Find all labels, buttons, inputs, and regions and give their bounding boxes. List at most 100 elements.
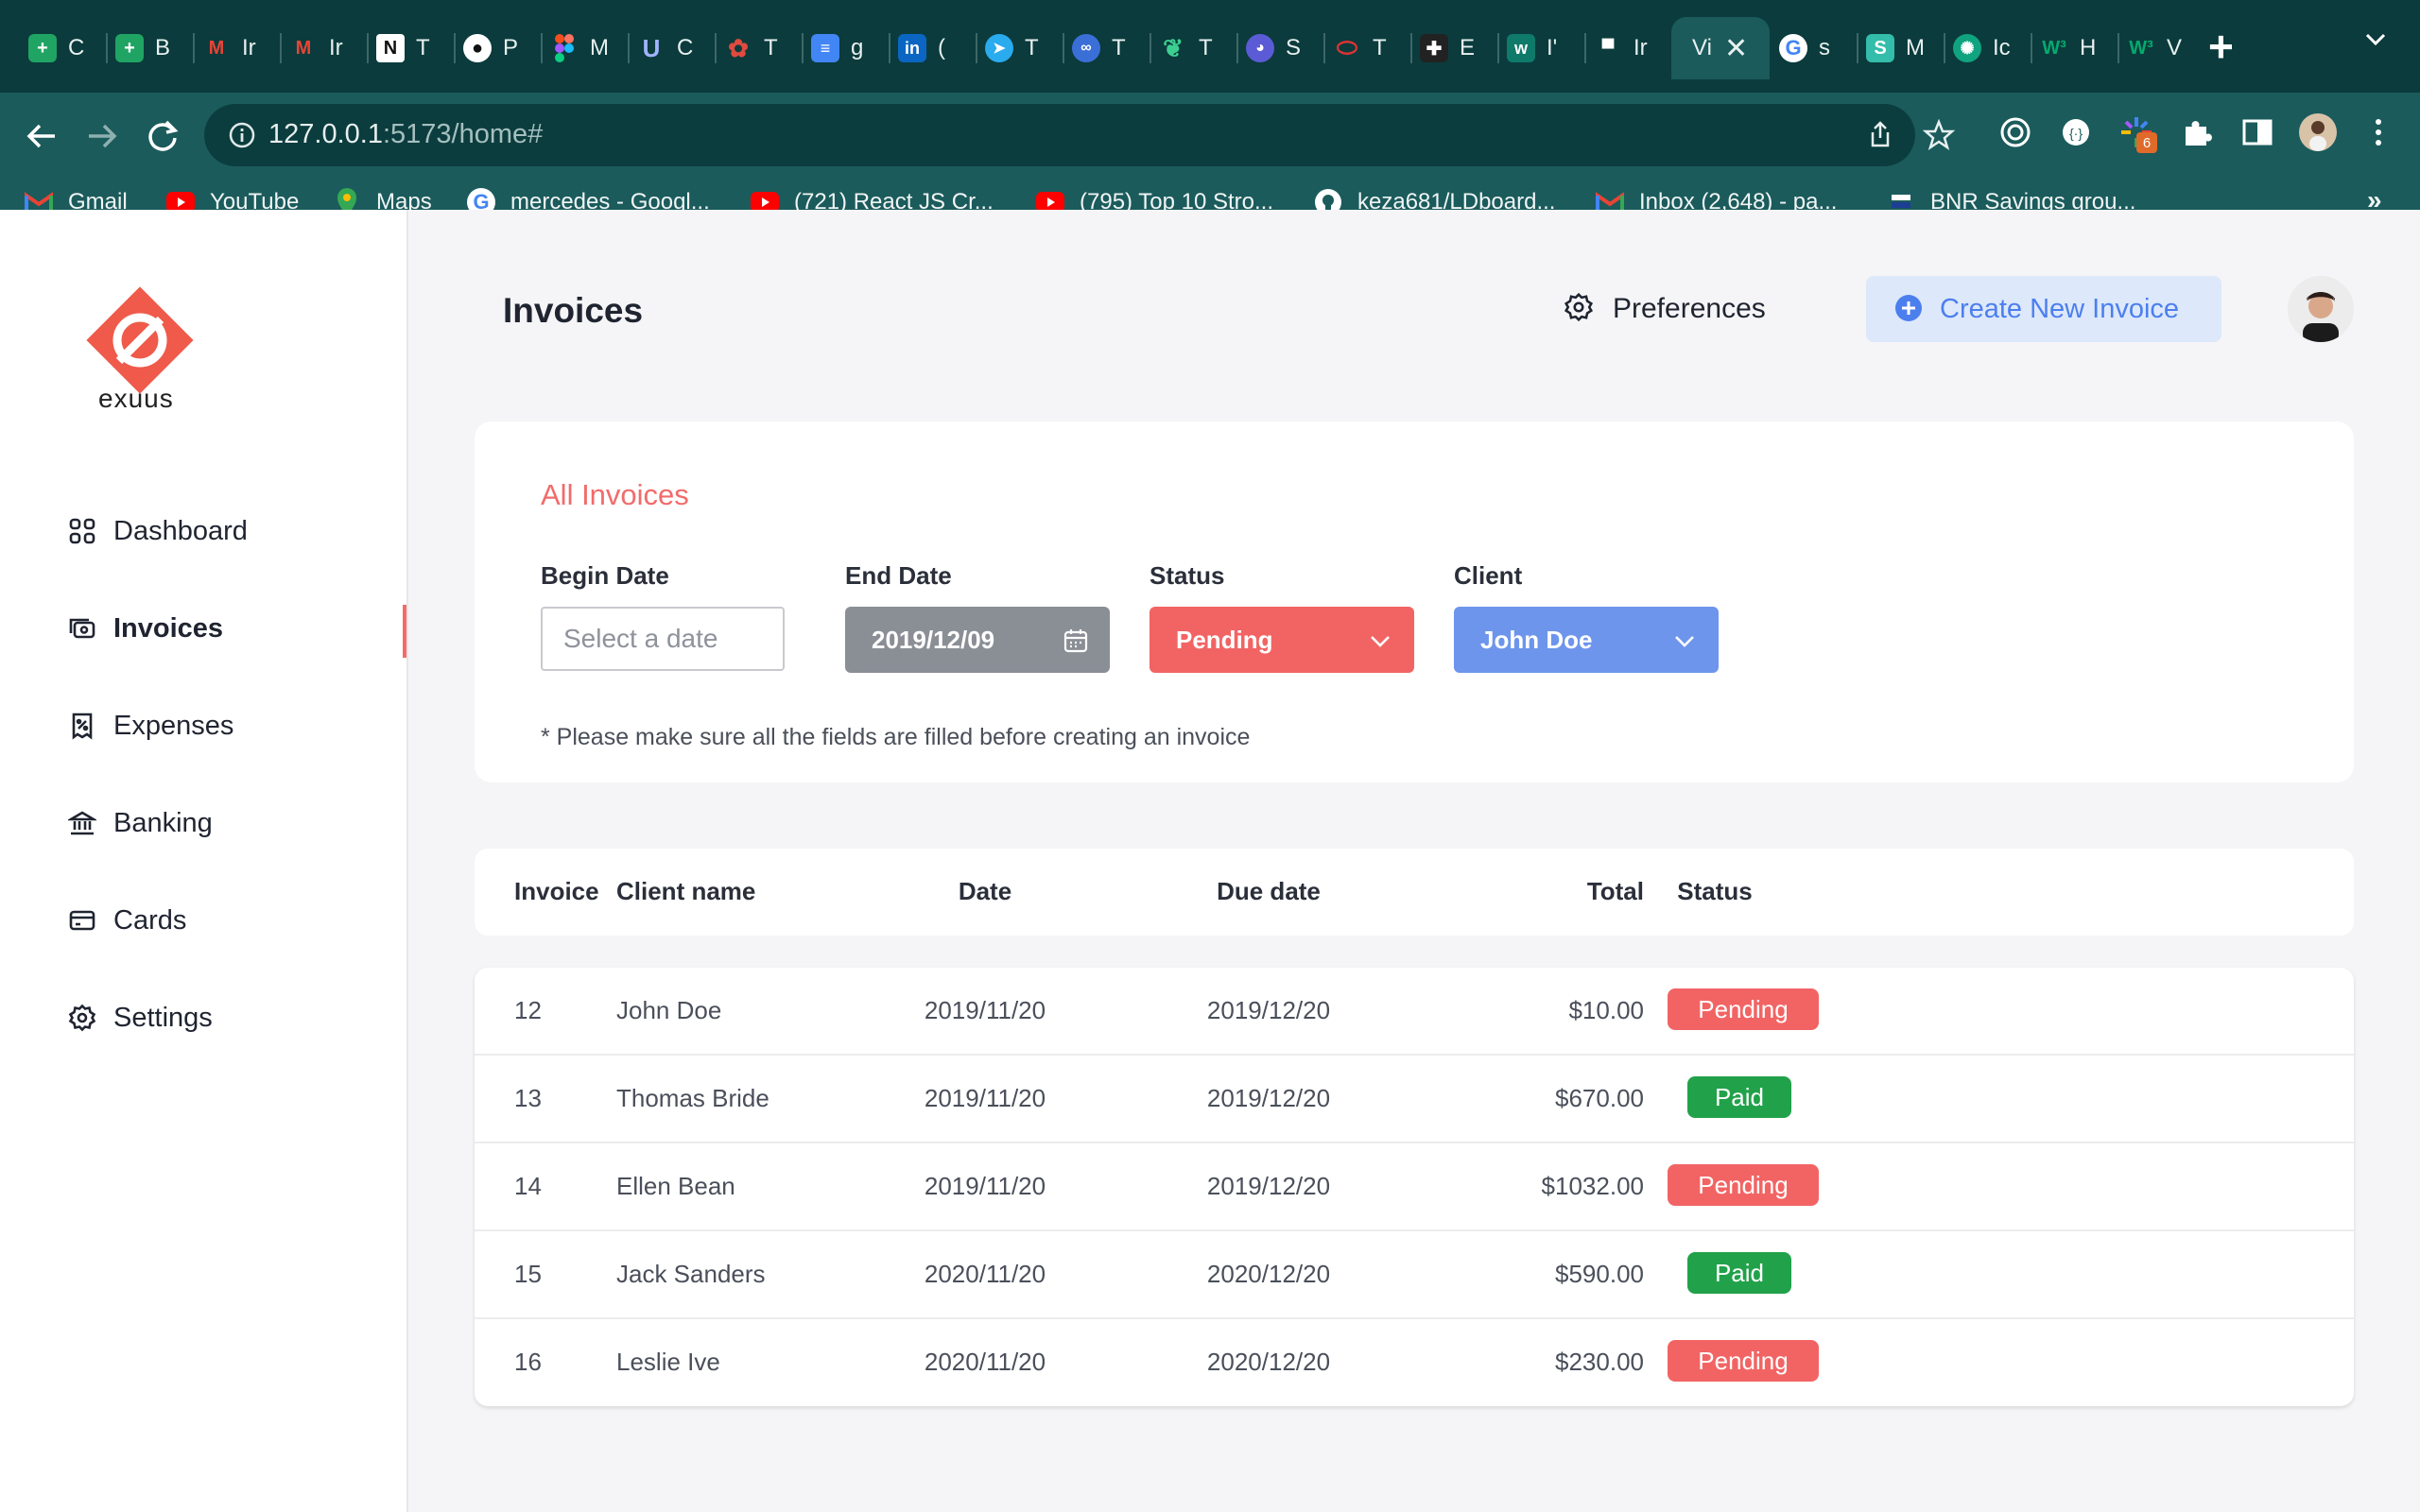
client-select[interactable]: John Doe [1454, 607, 1719, 673]
tab[interactable]: M Ir [280, 17, 367, 79]
new-tab-button[interactable]: + [2208, 23, 2234, 70]
column-header-client[interactable]: Client name [616, 877, 755, 906]
tab[interactable]: w I' [1497, 17, 1584, 79]
tab[interactable]: ✚ E [1410, 17, 1497, 79]
tab-title: T [1112, 35, 1126, 60]
puzzle-icon[interactable] [2178, 113, 2216, 151]
tab[interactable]: in ( [889, 17, 976, 79]
tab-title: S [1286, 35, 1302, 60]
cell-due-date: 2020/12/20 [1206, 1348, 1331, 1376]
tab[interactable]: ✺ Ic [1944, 17, 2031, 79]
cell-total: $10.00 [1568, 996, 1644, 1024]
status-badge: Pending [1668, 988, 1819, 1030]
cell-client: John Doe [616, 996, 722, 1024]
sidebar-item-invoices[interactable]: Invoices [66, 600, 223, 657]
tab-title: Ir [1634, 35, 1648, 60]
tab[interactable]: + B [106, 17, 193, 79]
tab[interactable]: ▀ Ir [1584, 17, 1671, 79]
reload-icon[interactable] [140, 113, 185, 159]
cell-due-date: 2019/12/20 [1206, 996, 1331, 1024]
table-row[interactable]: 16 Leslie Ive 2020/11/20 2020/12/20 $230… [475, 1319, 2354, 1406]
tab[interactable]: SM [1857, 17, 1944, 79]
sidebar-item-label: Dashboard [113, 515, 248, 546]
tab[interactable]: + C [19, 17, 106, 79]
address-bar[interactable]: 127.0.0.1:5173/home# [204, 104, 1955, 166]
table-row[interactable]: 13 Thomas Bride 2019/11/20 2019/12/20 $6… [475, 1056, 2354, 1143]
tab[interactable]: W³ V [2118, 17, 2204, 79]
google-icon: G [1779, 34, 1807, 62]
target-extension-icon[interactable] [1996, 113, 2034, 151]
forward-icon[interactable] [79, 113, 125, 159]
tab[interactable]: W³ H [2031, 17, 2118, 79]
tab[interactable]: ❦ T [1150, 17, 1236, 79]
begin-date-input[interactable] [541, 607, 785, 671]
receipt-icon [66, 710, 98, 742]
tab-title: V [2167, 35, 2183, 60]
tab-title: P [503, 35, 519, 60]
tab[interactable]: ≡ g [802, 17, 889, 79]
tab-active[interactable]: Vi ✕ [1671, 17, 1770, 79]
close-icon[interactable]: ✕ [1724, 32, 1748, 65]
share-icon[interactable] [1864, 119, 1896, 151]
back-icon[interactable] [19, 113, 64, 159]
tab[interactable]: ● P [454, 17, 541, 79]
create-invoice-button[interactable]: Create New Invoice [1866, 276, 2221, 342]
bookmark-star-icon[interactable] [1923, 119, 1955, 151]
sidebar-item-dashboard[interactable]: Dashboard [66, 503, 248, 559]
tab[interactable]: ◕ S [1236, 17, 1323, 79]
tab[interactable]: Gs [1770, 17, 1857, 79]
w-icon: w [1507, 34, 1535, 62]
tab[interactable]: UC [628, 17, 715, 79]
colorful-extension-icon[interactable]: 6 [2118, 113, 2157, 153]
extension-icon[interactable]: {·} [2057, 113, 2095, 151]
site-info-icon[interactable] [227, 120, 257, 150]
tab[interactable]: NT [367, 17, 454, 79]
profile-avatar[interactable] [2299, 113, 2337, 151]
tab[interactable]: M [541, 17, 628, 79]
sidebar-item-label: Banking [113, 807, 213, 838]
s-icon: S [1866, 34, 1894, 62]
column-header-invoice[interactable]: Invoice [514, 877, 599, 906]
calendar-icon[interactable] [1063, 627, 1089, 654]
plus-app-icon: ✚ [1420, 34, 1448, 62]
linkedin-icon: in [898, 34, 926, 62]
column-header-total[interactable]: Total [1549, 877, 1644, 906]
tab[interactable]: ⬭ T [1323, 17, 1410, 79]
column-header-date[interactable]: Date [928, 877, 1042, 906]
table-row[interactable]: 12 John Doe 2019/11/20 2019/12/20 $10.00… [475, 968, 2354, 1056]
status-badge: Pending [1668, 1164, 1819, 1206]
tab[interactable]: ✿ T [715, 17, 802, 79]
sidebar-item-banking[interactable]: Banking [66, 795, 213, 851]
chevron-down-icon[interactable] [2363, 26, 2388, 51]
cell-total: $1032.00 [1541, 1172, 1644, 1200]
end-date-field[interactable]: 2019/12/09 [845, 607, 1110, 673]
sidebar-item-settings[interactable]: Settings [66, 989, 213, 1046]
main-content: Invoices Preferences Create New Invoice … [408, 210, 2420, 1512]
status-select[interactable]: Pending [1150, 607, 1414, 673]
sidebar-item-cards[interactable]: Cards [66, 892, 186, 949]
tab[interactable]: ➤ T [976, 17, 1063, 79]
gear-icon [66, 1002, 98, 1034]
sidebar-item-label: Expenses [113, 710, 234, 741]
column-header-due-date[interactable]: Due date [1202, 877, 1335, 906]
preferences-button[interactable]: Preferences [1564, 287, 1766, 331]
column-header-status[interactable]: Status [1668, 877, 1762, 906]
invoice-table-body: 12 John Doe 2019/11/20 2019/12/20 $10.00… [475, 968, 2354, 1406]
avatar[interactable] [2288, 276, 2354, 342]
tab[interactable]: M Ir [193, 17, 280, 79]
table-row[interactable]: 14 Ellen Bean 2019/11/20 2019/12/20 $103… [475, 1143, 2354, 1231]
telegram-icon: ➤ [985, 34, 1013, 62]
sidebar-item-expenses[interactable]: Expenses [66, 697, 233, 754]
menu-kebab-icon[interactable] [2360, 113, 2397, 151]
tab[interactable]: ∞ T [1063, 17, 1150, 79]
tab-title: H [2080, 35, 2097, 60]
url-text: 127.0.0.1:5173/home# [268, 119, 543, 150]
sidebar: exuus Dashboard Invoices Expenses Bankin… [0, 210, 408, 1512]
table-row[interactable]: 15 Jack Sanders 2020/11/20 2020/12/20 $5… [475, 1231, 2354, 1319]
tab-title: T [764, 35, 778, 60]
status-badge: Pending [1668, 1340, 1819, 1382]
cell-invoice: 16 [514, 1348, 542, 1376]
tab-title: M [590, 35, 609, 60]
card-icon [66, 904, 98, 936]
side-panel-icon[interactable] [2238, 113, 2276, 151]
